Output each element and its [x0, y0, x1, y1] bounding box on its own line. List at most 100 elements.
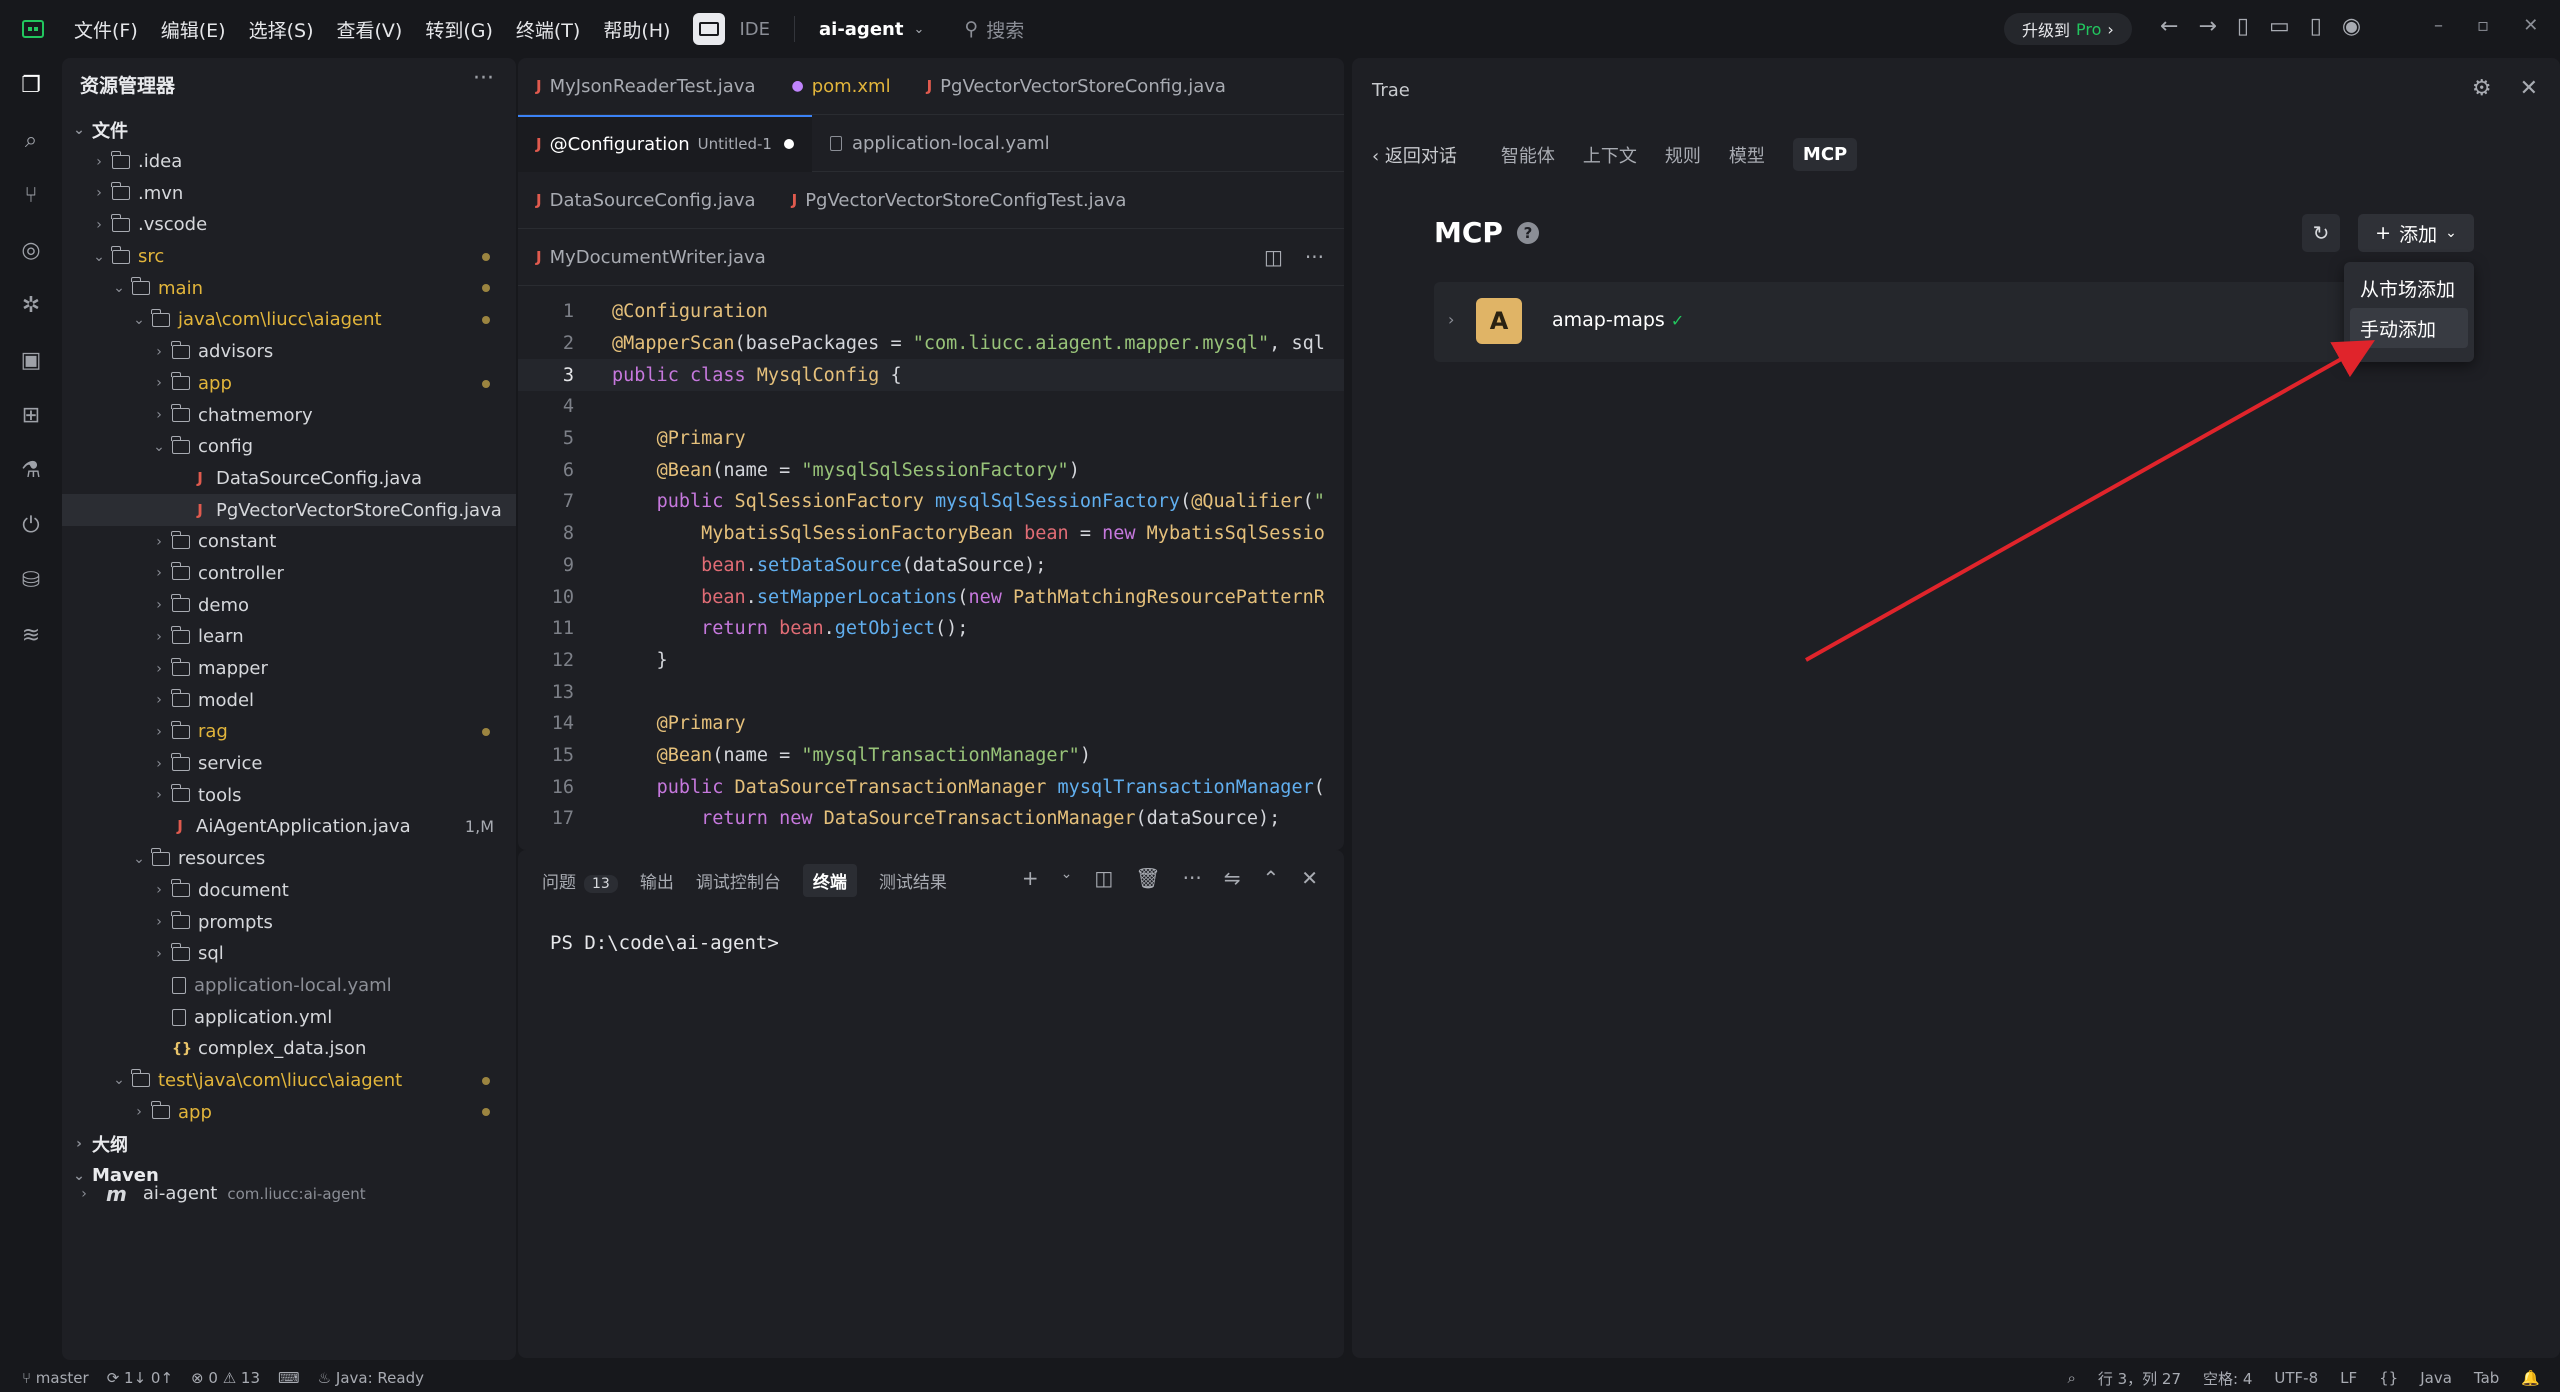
- panel-tab[interactable]: 测试结果: [879, 868, 947, 893]
- panel-tab[interactable]: 终端: [802, 864, 857, 897]
- encoding[interactable]: UTF-8: [2274, 1369, 2318, 1387]
- maven-project-row[interactable]: › m ai-agent com.liucc:ai-agent: [62, 1178, 516, 1210]
- section-header[interactable]: ⌄ 文件: [62, 114, 516, 146]
- trae-tab[interactable]: 上下文: [1583, 142, 1637, 168]
- folder-row[interactable]: › .mvn: [62, 177, 516, 209]
- folder-row[interactable]: › .vscode: [62, 209, 516, 241]
- explorer-icon[interactable]: ❐: [0, 58, 62, 113]
- code-line[interactable]: 13: [518, 676, 1344, 708]
- chevron-down-icon[interactable]: ⌄: [913, 22, 924, 37]
- maximize-icon[interactable]: ▫: [2477, 15, 2489, 36]
- folder-row[interactable]: › sql: [62, 938, 516, 970]
- panel-tab[interactable]: 输出: [640, 868, 674, 893]
- file-row[interactable]: application.yml: [62, 1001, 516, 1033]
- trash-icon[interactable]: 🗑: [1135, 866, 1160, 890]
- ide-label[interactable]: IDE: [739, 19, 770, 40]
- menu-item-3[interactable]: 查看(V): [337, 16, 403, 43]
- code-line[interactable]: 4: [518, 391, 1344, 423]
- editor-tab[interactable]: J PgVectorVectorStoreConfigTest.java: [774, 172, 1145, 229]
- code-line[interactable]: 1 @Configuration: [518, 296, 1344, 328]
- editor-tab[interactable]: J DataSourceConfig.java: [518, 172, 774, 229]
- more-actions-icon[interactable]: ···: [1305, 245, 1324, 269]
- testing-icon[interactable]: ⚗: [0, 443, 62, 498]
- file-row[interactable]: J DataSourceConfig.java: [62, 463, 516, 495]
- language-mode[interactable]: Java: [2420, 1369, 2452, 1387]
- menu-item-0[interactable]: 文件(F): [74, 16, 138, 43]
- folder-row[interactable]: › controller: [62, 558, 516, 590]
- more-icon[interactable]: ···: [473, 66, 494, 91]
- menu-item-4[interactable]: 转到(G): [425, 16, 493, 43]
- folder-row[interactable]: › advisors: [62, 336, 516, 368]
- folder-row[interactable]: › demo: [62, 589, 516, 621]
- code-line[interactable]: 2 @MapperScan(basePackages = "com.liucc.a…: [518, 328, 1344, 360]
- code-line[interactable]: 7 public SqlSessionFactory mysqlSqlSessi…: [518, 486, 1344, 518]
- more-icon[interactable]: ···: [1183, 866, 1202, 890]
- code-line[interactable]: 3 public class MysqlConfig {: [518, 359, 1344, 392]
- menu-item-5[interactable]: 终端(T): [516, 16, 580, 43]
- code-line[interactable]: 16 public DataSourceTransactionManager m…: [518, 771, 1344, 803]
- folder-row[interactable]: › .idea: [62, 146, 516, 178]
- refresh-button[interactable]: ↻: [2302, 214, 2340, 252]
- search-view-icon[interactable]: ⌕: [0, 113, 62, 168]
- folder-row[interactable]: › prompts: [62, 906, 516, 938]
- section-header[interactable]: › 大纲: [62, 1128, 516, 1160]
- forward-arrow-icon[interactable]: →: [2198, 14, 2216, 39]
- new-terminal-icon[interactable]: +: [1022, 866, 1039, 890]
- toggle-panel-icon[interactable]: ▭: [2269, 14, 2290, 39]
- folder-row[interactable]: › service: [62, 748, 516, 780]
- minimize-icon[interactable]: –: [2434, 15, 2443, 36]
- project-selector[interactable]: ai-agent: [819, 19, 903, 40]
- editor-tab[interactable]: ● pom.xml: [773, 58, 908, 115]
- chevron-down-icon[interactable]: ⌄: [1061, 866, 1073, 890]
- remote-icon[interactable]: ▣: [0, 333, 62, 388]
- back-arrow-icon[interactable]: ←: [2160, 14, 2178, 39]
- folder-row[interactable]: › mapper: [62, 653, 516, 685]
- upgrade-pro-button[interactable]: 升级到 Pro ›: [2004, 13, 2132, 45]
- code-line[interactable]: 5 @Primary: [518, 423, 1344, 455]
- bell-icon[interactable]: 🔔: [2521, 1369, 2540, 1387]
- folder-row[interactable]: › document: [62, 875, 516, 907]
- editor-tab[interactable]: J @Configuration Untitled-1: [518, 114, 812, 172]
- code-line[interactable]: 10 bean.setMapperLocations(new PathMatch…: [518, 581, 1344, 613]
- terminal-prompt[interactable]: PS D:\code\ai-agent>: [550, 932, 779, 954]
- code-line[interactable]: 17 return new DataSourceTransactionManag…: [518, 803, 1344, 835]
- split-terminal-icon[interactable]: ◫: [1094, 866, 1113, 890]
- debug-icon[interactable]: ✲: [0, 278, 62, 333]
- folder-row[interactable]: ⌄ test\java\com\liucc\aiagent: [62, 1065, 516, 1097]
- folder-row[interactable]: › learn: [62, 621, 516, 653]
- line-ending[interactable]: LF: [2340, 1369, 2357, 1387]
- code-line[interactable]: 11 return bean.getObject();: [518, 613, 1344, 645]
- ide-mode-icon[interactable]: [693, 13, 726, 45]
- menu-item-1[interactable]: 编辑(E): [161, 16, 226, 43]
- extensions-icon[interactable]: ⊞: [0, 388, 62, 443]
- editor-tab[interactable]: application-local.yaml: [812, 115, 1068, 172]
- search-box[interactable]: ⚲ 搜索: [964, 16, 1024, 43]
- folder-row[interactable]: ⌄ resources: [62, 843, 516, 875]
- code-line[interactable]: 6 @Bean(name = "mysqlSqlSessionFactory"): [518, 454, 1344, 486]
- split-editor-icon[interactable]: ◫: [1264, 245, 1283, 269]
- maximize-panel-icon[interactable]: ⌃: [1262, 866, 1279, 890]
- unsaved-dot-icon[interactable]: [783, 139, 794, 149]
- folder-row[interactable]: ⌄ main: [62, 272, 516, 304]
- code-line[interactable]: 9 bean.setDataSource(dataSource);: [518, 550, 1344, 582]
- toggle-aux-bar-icon[interactable]: ▯: [2310, 14, 2322, 39]
- trae-tab[interactable]: 规则: [1665, 142, 1701, 168]
- menu-item-2[interactable]: 选择(S): [249, 16, 314, 43]
- gear-icon[interactable]: ⚙: [2472, 76, 2492, 101]
- folder-row[interactable]: › app: [62, 1096, 516, 1128]
- toggle-sidebar-icon[interactable]: ▯: [2237, 14, 2249, 39]
- source-control-icon[interactable]: ⑂: [0, 168, 62, 223]
- folder-row[interactable]: ⌄ java\com\liucc\aiagent: [62, 304, 516, 336]
- close-window-icon[interactable]: ✕: [2523, 15, 2538, 36]
- help-icon[interactable]: ?: [1516, 221, 1539, 244]
- folder-row[interactable]: › tools: [62, 779, 516, 811]
- braces-icon[interactable]: {}: [2379, 1369, 2398, 1387]
- power-icon[interactable]: ⏻: [0, 498, 62, 553]
- branch-item[interactable]: ⑂ master: [22, 1369, 89, 1387]
- folder-row[interactable]: › constant: [62, 526, 516, 558]
- problems-item[interactable]: ⊗ 0 ⚠ 13: [191, 1369, 260, 1387]
- file-row[interactable]: J PgVectorVectorStoreConfig.java: [62, 494, 516, 526]
- code-line[interactable]: 14 @Primary: [518, 708, 1344, 740]
- code-editor[interactable]: 1 @Configuration 2 @MapperScan(basePackages…: [518, 296, 1344, 835]
- layers-icon[interactable]: ≋: [0, 608, 62, 663]
